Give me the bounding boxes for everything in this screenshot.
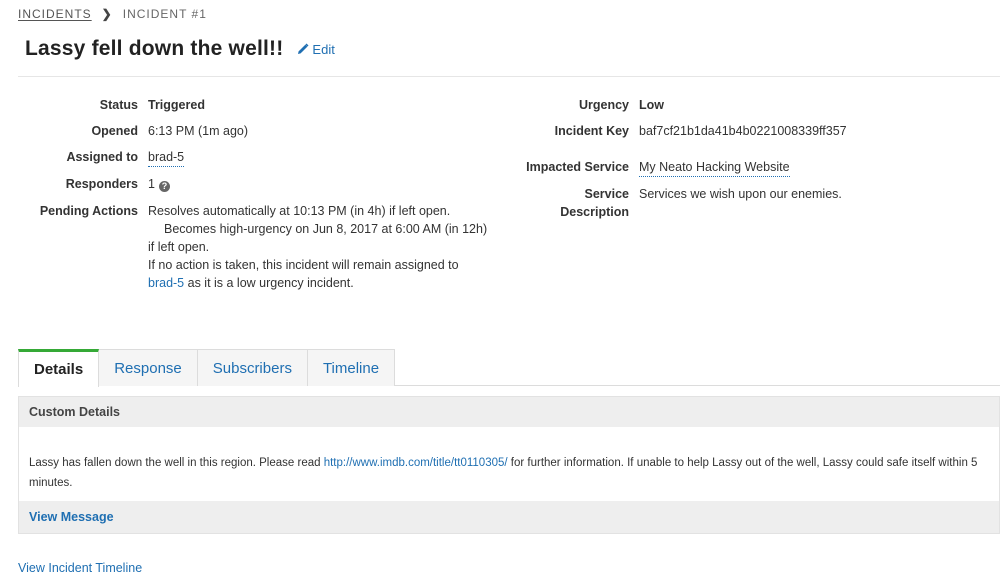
service-description-label: Service Description [508,185,629,221]
imdb-link[interactable]: http://www.imdb.com/title/tt0110305/ [324,457,508,469]
urgency-value: Low [639,98,664,112]
pending-line-1: Resolves automatically at 10:13 PM (in 4… [148,204,451,218]
edit-label: Edit [312,41,335,57]
tab-timeline[interactable]: Timeline [307,349,396,386]
assigned-field: Assigned to brad-5 [8,148,185,167]
edit-button[interactable]: Edit [297,41,335,57]
pencil-icon [298,43,309,54]
view-message-link[interactable]: View Message [29,510,114,524]
custom-details-text-1: Lassy has fallen down the well in this r… [29,457,324,469]
pending-line-5-rest: as it is a low urgency incident. [184,276,354,290]
incident-key-label: Incident Key [554,124,629,138]
breadcrumb-incidents-link[interactable]: INCIDENTS [18,7,92,21]
responders-count: 1 [148,177,155,191]
pending-actions-field: Pending Actions Resolves automatically a… [8,202,487,292]
custom-details-header: Custom Details [19,397,999,427]
pending-user-link[interactable]: brad-5 [148,276,184,290]
tab-details[interactable]: Details [18,349,100,387]
incident-key-field: Incident Key baf7cf21b1da41b4b0221008339… [508,122,847,140]
chevron-right-icon: ❯ [101,7,113,21]
pending-line-5: brad-5 as it is a low urgency incident. [148,274,487,292]
opened-value: 6:13 PM (1m ago) [148,124,249,138]
impacted-service-label: Impacted Service [526,160,629,174]
service-description-label-1: Service [584,187,629,201]
pending-actions-label: Pending Actions [39,204,138,218]
pending-line-2: Becomes high-urgency on Jun 8, 2017 at 6… [164,222,488,236]
pending-actions-value: Resolves automatically at 10:13 PM (in 4… [148,202,487,292]
service-description-label-2: Description [560,205,629,219]
custom-details-body: Lassy has fallen down the well in this r… [19,427,999,501]
responders-value-wrap: 1? [148,175,170,193]
tab-bar: Details Response Subscribers Timeline [18,349,1000,387]
impacted-service-link[interactable]: My Neato Hacking Website [639,158,790,177]
breadcrumb-current: INCIDENT #1 [122,7,207,21]
status-label: Status [99,98,138,112]
service-description-field: Service Description Services we wish upo… [508,185,842,221]
header-divider [18,76,1000,77]
breadcrumb: INCIDENTS ❯ INCIDENT #1 [18,7,207,21]
responders-field: Responders 1? [8,175,170,193]
custom-details-panel: Custom Details Lassy has fallen down the… [18,396,1000,534]
assigned-label: Assigned to [66,150,138,164]
opened-label: Opened [91,124,138,138]
view-message-bar: View Message [19,501,999,533]
title-row: Lassy fell down the well!! Edit [25,37,335,61]
urgency-field: Urgency Low [508,96,664,114]
responders-label: Responders [65,177,138,191]
view-incident-timeline-link[interactable]: View Incident Timeline [18,561,142,575]
tab-subscribers[interactable]: Subscribers [197,349,308,386]
incident-key-value: baf7cf21b1da41b4b0221008339ff357 [639,124,847,138]
tab-response[interactable]: Response [99,349,198,386]
pending-line-4: If no action is taken, this incident wil… [148,258,459,272]
assigned-user-link[interactable]: brad-5 [148,148,185,167]
status-value: Triggered [148,98,205,112]
status-field: Status Triggered [8,96,205,114]
service-description-value: Services we wish upon our enemies. [639,187,842,201]
impacted-service-field: Impacted Service My Neato Hacking Websit… [508,158,790,177]
question-circle-icon[interactable]: ? [158,181,170,192]
urgency-label: Urgency [578,98,629,112]
page-title: Lassy fell down the well!! [25,37,284,60]
opened-field: Opened 6:13 PM (1m ago) [8,122,248,140]
pending-line-3: if left open. [148,240,210,254]
